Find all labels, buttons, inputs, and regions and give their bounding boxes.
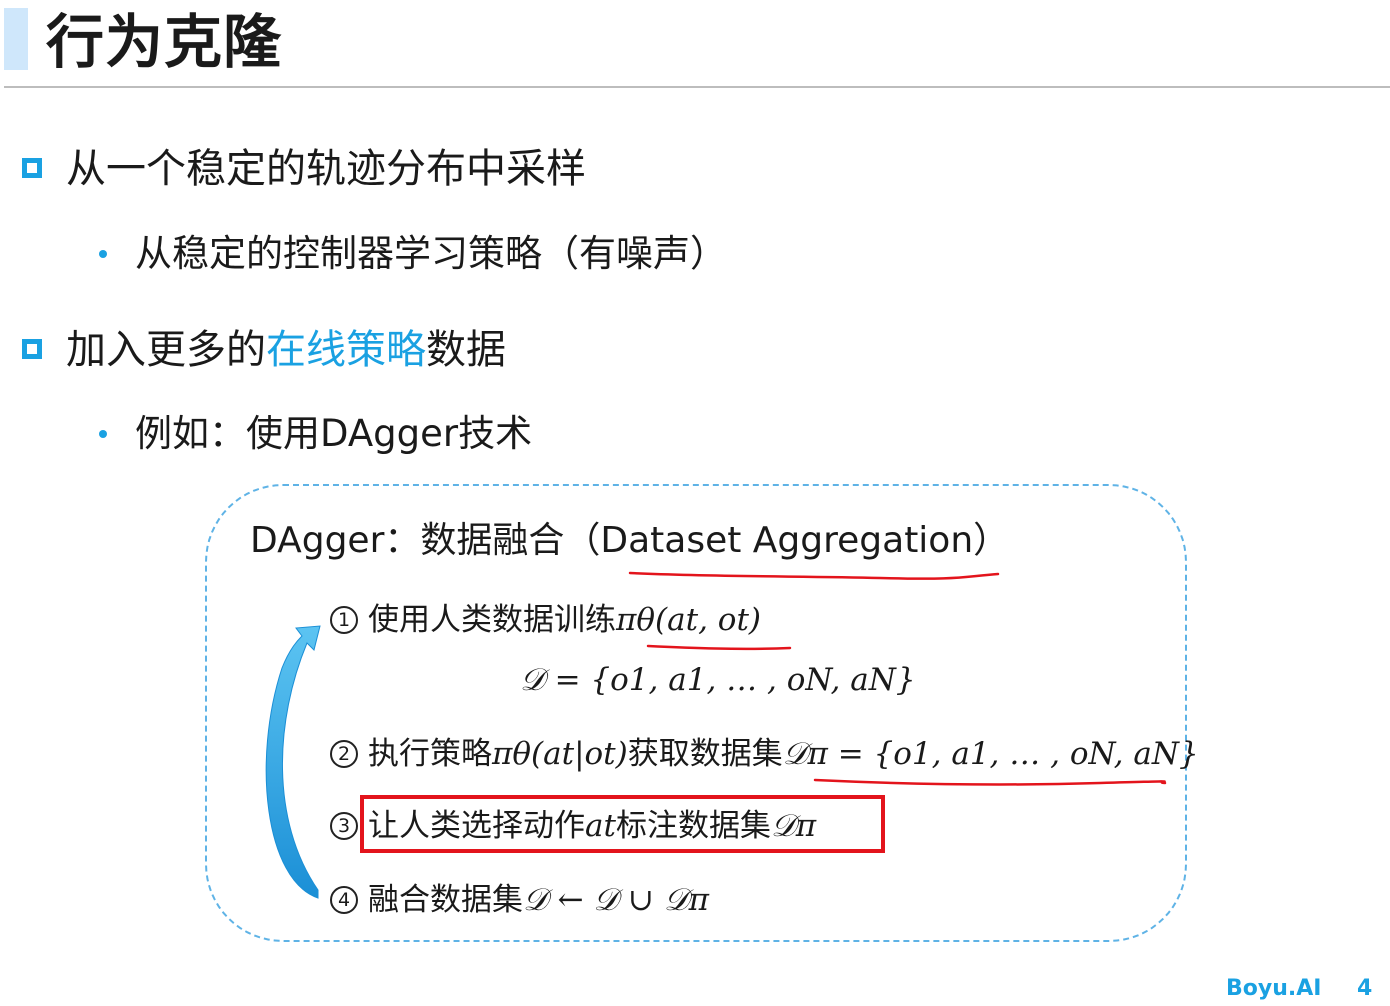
underline-pi-theta	[646, 644, 792, 651]
underline-d-pi	[813, 778, 1167, 786]
annotation-overlay	[265, 571, 1167, 899]
underline-dataset-aggregation	[628, 571, 1000, 580]
page-number: 4	[1357, 976, 1373, 1001]
brand-logo-text: Boyu.AI	[1226, 976, 1322, 1001]
loop-arrow-icon	[265, 625, 321, 899]
